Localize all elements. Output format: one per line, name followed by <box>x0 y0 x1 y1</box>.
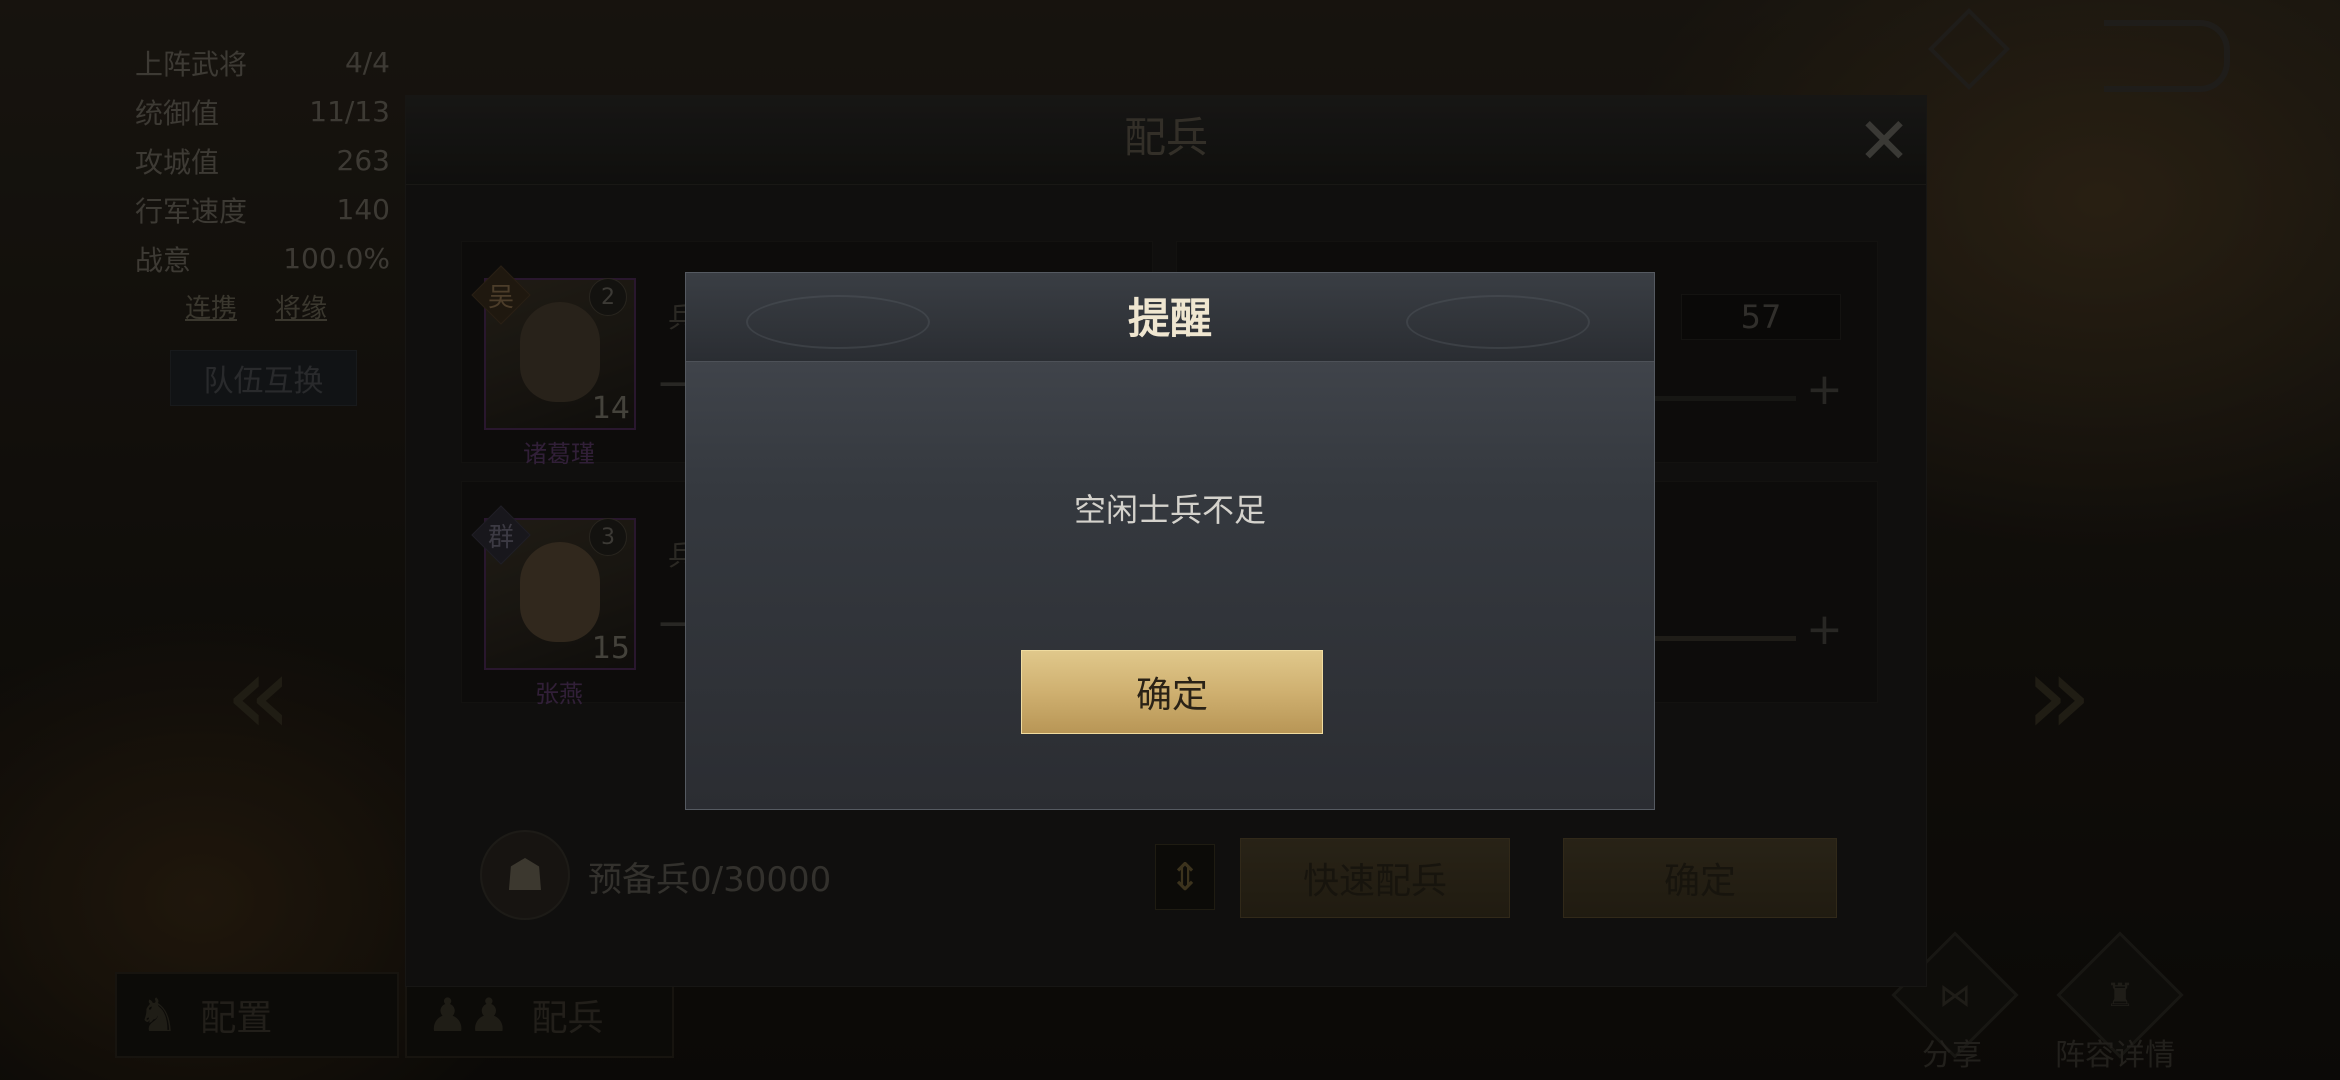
reminder-dialog: 提醒 空闲士兵不足 确定 <box>685 272 1655 810</box>
dialog-confirm-button[interactable]: 确定 <box>1021 650 1323 734</box>
dialog-message: 空闲士兵不足 <box>1073 491 1266 529</box>
dialog-title: 提醒 <box>1127 294 1212 343</box>
dialog-header: 提醒 <box>686 273 1654 362</box>
